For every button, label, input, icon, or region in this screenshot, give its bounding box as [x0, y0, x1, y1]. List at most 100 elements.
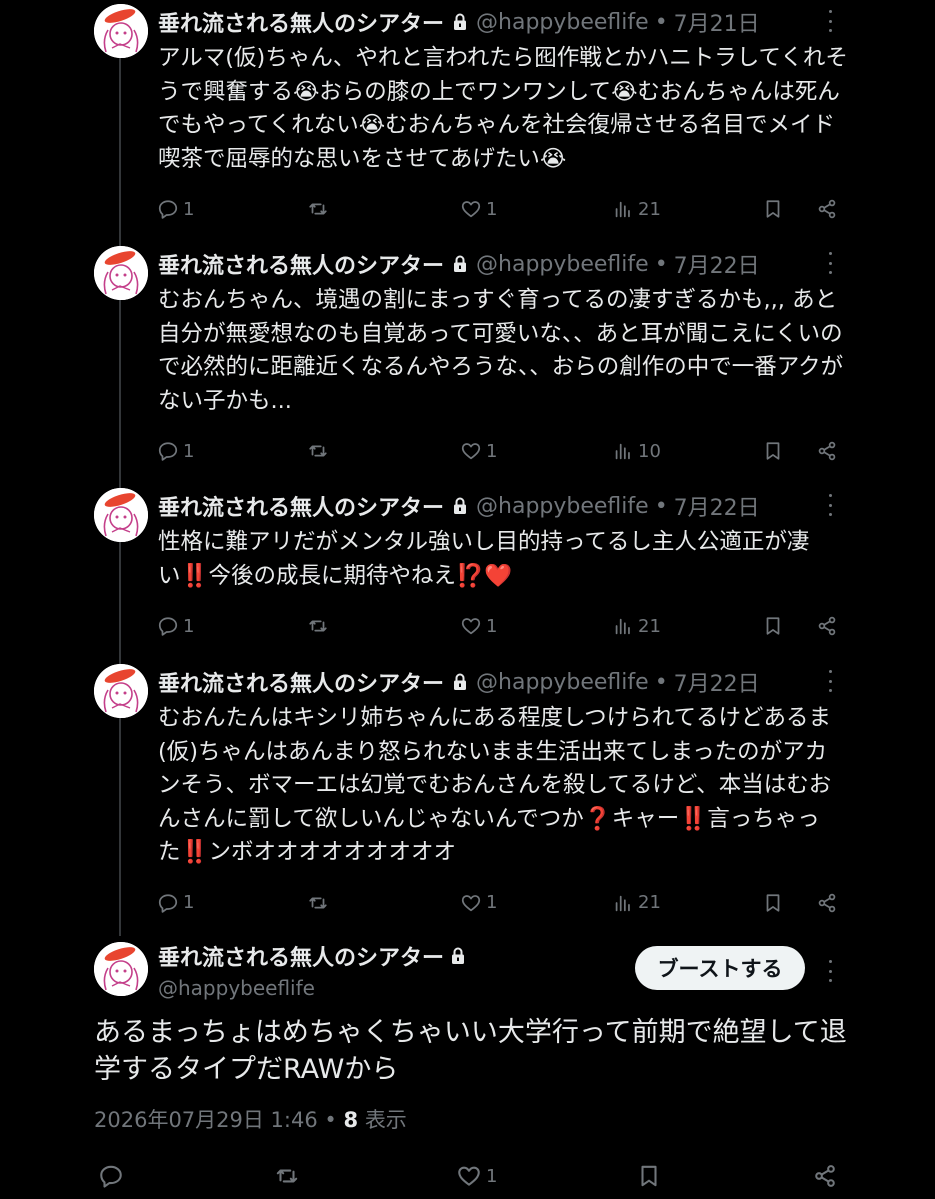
boost-action-button[interactable] [274, 1161, 304, 1191]
header-separator: • [654, 251, 668, 277]
views-icon [615, 201, 630, 218]
share-button[interactable] [816, 888, 842, 918]
author-display-name[interactable]: 垂れ流される無人のシアター [158, 940, 474, 972]
share-icon [818, 199, 836, 219]
share-button[interactable] [816, 194, 842, 224]
like-count: 1 [486, 892, 498, 913]
avatar-image [94, 246, 148, 300]
bookmark-button[interactable] [762, 436, 788, 466]
views-button[interactable]: 21 [612, 611, 661, 641]
share-button[interactable] [816, 436, 842, 466]
main-post-actions: 1 [0, 1161, 935, 1191]
like-count: 1 [486, 615, 498, 637]
like-icon [461, 201, 481, 218]
view-count: 21 [638, 615, 661, 637]
like-button[interactable]: 1 [460, 436, 497, 466]
post-date[interactable]: 7月21日 [674, 6, 760, 38]
author-handle[interactable]: @happybeeflife [476, 10, 649, 35]
author-handle[interactable]: @happybeeflife [158, 976, 315, 1000]
author-handle[interactable]: @happybeeflife [476, 494, 649, 519]
bookmark-button[interactable] [636, 1161, 666, 1191]
bookmark-icon [766, 442, 780, 460]
post-timestamp[interactable]: 2026年07月29日 1:46 [94, 1108, 318, 1132]
views-icon [615, 618, 630, 635]
boost-action-button[interactable] [307, 611, 333, 641]
view-label: 表示 [364, 1108, 407, 1132]
author-handle[interactable]: @happybeeflife [476, 252, 649, 277]
views-button[interactable]: 21 [612, 888, 661, 918]
post-actions: 1 1 21 [0, 611, 935, 641]
reply-button[interactable]: 1 [157, 436, 194, 466]
boost-icon [309, 620, 327, 632]
post-text: アルマ(仮)ちゃん、やれと言われたら囮作戦とかハニトラしてくれそうで興奮する😭お… [158, 45, 848, 172]
boost-action-button[interactable] [307, 888, 333, 918]
reply-button[interactable]: 1 [157, 194, 194, 224]
reply-icon [158, 893, 178, 913]
like-button[interactable]: 1 [460, 611, 497, 641]
post-date[interactable]: 7月22日 [674, 666, 760, 698]
bookmark-icon [766, 893, 780, 912]
reply-button[interactable]: 1 [157, 888, 194, 918]
avatar[interactable] [94, 664, 148, 718]
bookmark-button[interactable] [762, 888, 788, 918]
lock-icon [452, 497, 468, 515]
more-icon[interactable] [822, 10, 838, 32]
more-icon[interactable] [822, 960, 838, 982]
boost-icon [309, 445, 327, 457]
like-button[interactable]: 1 [460, 888, 497, 918]
post-text: むおんちゃん、境遇の割にまっすぐ育ってるの凄すぎるかも,,, あと自分が無愛想な… [158, 287, 844, 414]
more-icon[interactable] [822, 494, 838, 516]
views-button[interactable]: 21 [612, 194, 661, 224]
avatar[interactable] [94, 246, 148, 300]
like-icon [461, 618, 481, 635]
avatar-image [94, 664, 148, 718]
avatar[interactable] [94, 488, 148, 542]
reply-button[interactable] [98, 1161, 128, 1191]
lock-icon [450, 947, 466, 965]
boost-action-button[interactable] [307, 194, 333, 224]
like-count: 1 [486, 198, 498, 220]
boost-icon [276, 1169, 298, 1183]
author-display-name[interactable]: 垂れ流される無人のシアター [158, 490, 444, 522]
bookmark-button[interactable] [762, 611, 788, 641]
boost-icon [309, 897, 327, 908]
view-count: 21 [638, 198, 661, 220]
avatar[interactable] [94, 942, 148, 996]
post-actions: 1 1 10 [0, 436, 935, 466]
thread-view: 垂れ流される無人のシアター @happybeeflife • 7月21日 アルマ(仮)ち… [0, 0, 935, 1199]
view-count: 10 [638, 440, 661, 462]
views-button[interactable]: 10 [612, 436, 661, 466]
post-header: 垂れ流される無人のシアター @happybeeflife • 7月21日 [158, 6, 760, 38]
author-display-name[interactable]: 垂れ流される無人のシアター [158, 666, 444, 698]
like-count: 1 [486, 1165, 498, 1187]
share-button[interactable] [816, 611, 842, 641]
post-text: 性格に難アリだがメンタル強いし目的持ってるし主人公適正が凄い‼️今後の成長に期待… [158, 529, 810, 589]
author-display-name[interactable]: 垂れ流される無人のシアター [158, 248, 444, 280]
avatar[interactable] [94, 4, 148, 58]
more-icon[interactable] [822, 252, 838, 274]
view-count: 8 [343, 1108, 359, 1132]
post-header: 垂れ流される無人のシアター @happybeeflife • 7月22日 [158, 490, 760, 522]
bookmark-button[interactable] [762, 194, 788, 224]
header-separator: • [654, 493, 668, 519]
reply-count: 1 [183, 440, 195, 462]
main-post-text: あるまっちょはめちゃくちゃいい大学行って前期で絶望して退学するタイプだRAWから [94, 1017, 847, 1085]
boost-action-button[interactable] [307, 436, 333, 466]
like-button[interactable]: 1 [456, 1161, 497, 1191]
like-icon [461, 894, 481, 911]
reply-count: 1 [183, 892, 195, 913]
reply-icon [158, 200, 178, 219]
like-button[interactable]: 1 [460, 194, 497, 224]
author-handle[interactable]: @happybeeflife [476, 670, 649, 695]
reply-button[interactable]: 1 [157, 611, 194, 641]
boost-button[interactable]: ブーストする [635, 946, 805, 990]
header-separator: • [654, 669, 668, 695]
post-date[interactable]: 7月22日 [674, 490, 760, 522]
post-date[interactable]: 7月22日 [674, 248, 760, 280]
like-icon [461, 443, 481, 460]
author-name-text: 垂れ流される無人のシアター [158, 946, 445, 971]
share-button[interactable] [812, 1161, 842, 1191]
author-display-name[interactable]: 垂れ流される無人のシアター [158, 6, 444, 38]
more-icon[interactable] [822, 670, 838, 692]
boost-icon [309, 203, 327, 215]
